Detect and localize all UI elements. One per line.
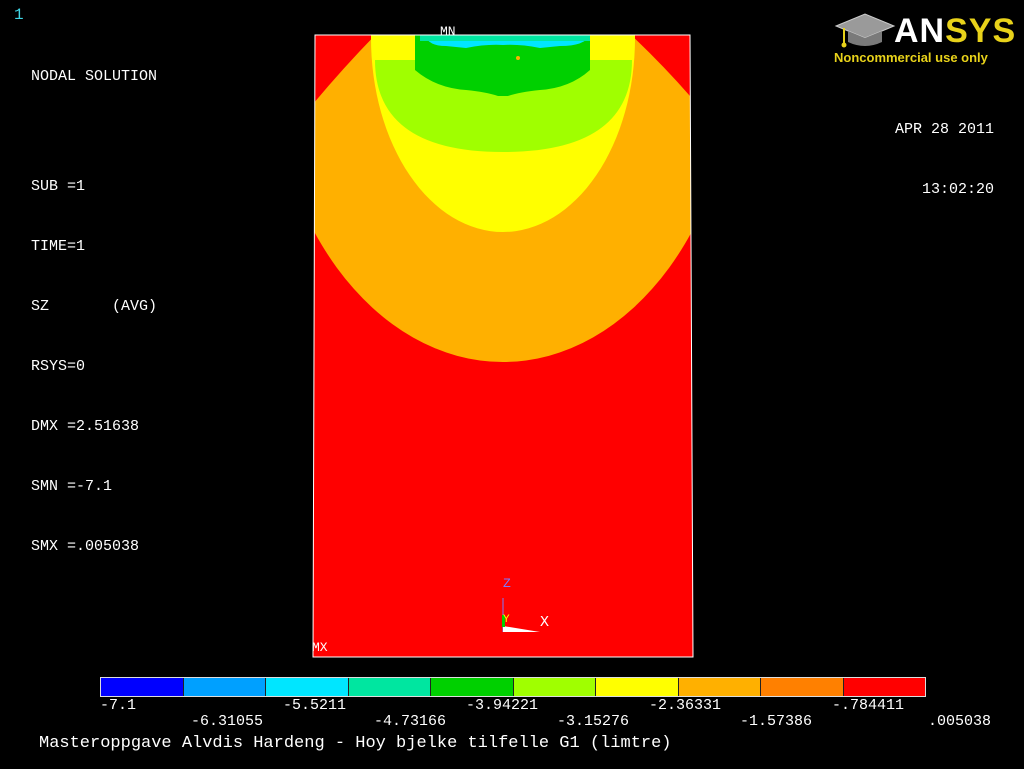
triad-y-label: Y xyxy=(503,614,510,626)
legend-label: -3.15276 xyxy=(557,713,630,730)
legend-label: -2.36331 xyxy=(649,697,722,714)
legend-swatch xyxy=(513,678,596,696)
legend-label: -4.73166 xyxy=(374,713,447,730)
min-marker-label: MN xyxy=(440,24,456,39)
min-node-dot xyxy=(516,56,520,60)
legend-swatch xyxy=(678,678,761,696)
legend-swatch xyxy=(101,678,184,696)
legend-swatch xyxy=(348,678,431,696)
legend-swatch xyxy=(596,678,679,696)
legend-label: -5.5211 xyxy=(283,697,347,714)
legend-label: -7.1 xyxy=(100,697,137,714)
triad-z-label: Z xyxy=(503,576,511,591)
legend-swatch xyxy=(431,678,514,696)
legend-label: -1.57386 xyxy=(740,713,813,730)
plot-title: Masteroppgave Alvdis Hardeng - Hoy bjelk… xyxy=(39,734,672,753)
legend-label: .005038 xyxy=(928,713,992,730)
contour-plot xyxy=(312,34,694,658)
triad-x-label: X xyxy=(540,614,550,631)
max-marker-label: MX xyxy=(312,640,328,655)
legend-swatch xyxy=(843,678,925,696)
contour-legend-bar xyxy=(100,677,926,697)
legend-swatch xyxy=(183,678,266,696)
legend-label: -3.94221 xyxy=(466,697,539,714)
legend-label: -6.31055 xyxy=(191,713,264,730)
legend-swatch xyxy=(761,678,844,696)
legend-swatch xyxy=(266,678,349,696)
legend-label: -.784411 xyxy=(832,697,905,714)
